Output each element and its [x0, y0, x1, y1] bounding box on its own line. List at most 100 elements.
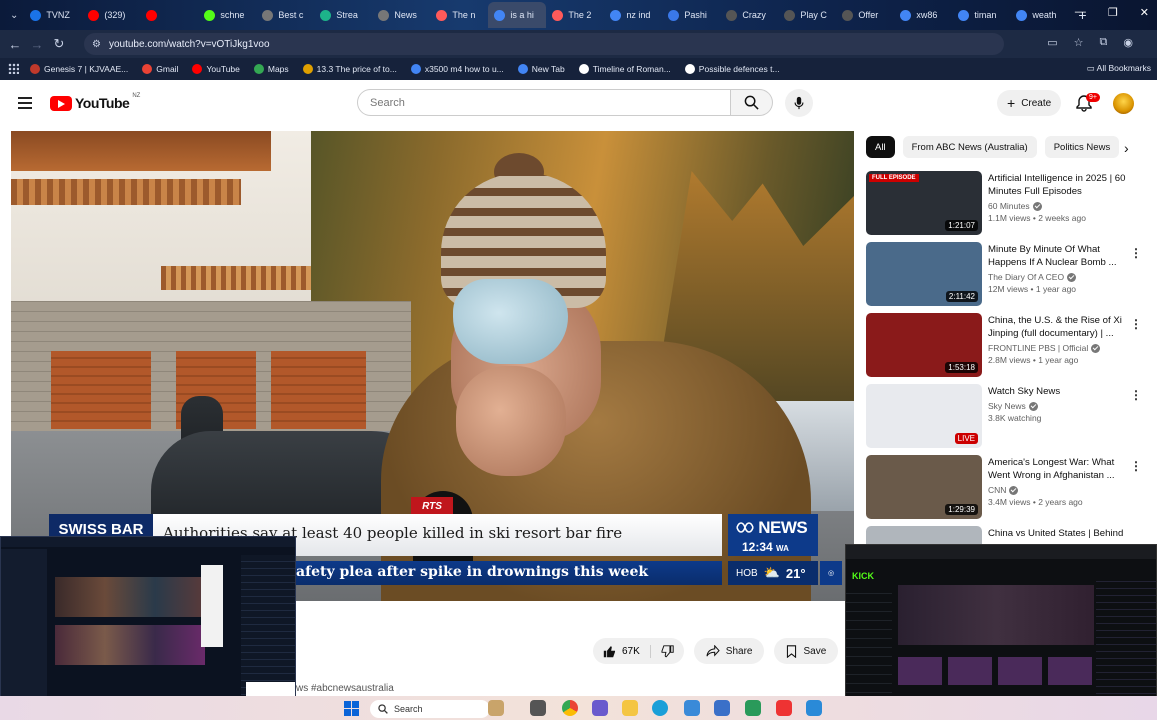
all-bookmarks-link[interactable]: ▭ All Bookmarks — [1087, 63, 1151, 74]
taskbar-app-icon[interactable] — [592, 700, 608, 716]
dislike-button[interactable] — [649, 644, 684, 658]
install-app-icon[interactable]: ▭ — [1047, 36, 1057, 49]
menu-icon[interactable] — [18, 97, 32, 109]
bookmark-item[interactable]: YouTube — [192, 64, 240, 74]
bookmark-item[interactable]: Possible defences t... — [684, 64, 780, 74]
more-vertical-icon[interactable]: ⋮ — [1130, 246, 1142, 260]
voice-search-button[interactable] — [785, 89, 813, 117]
browser-tab[interactable]: nz ind — [604, 2, 662, 28]
reload-icon[interactable]: ↻ — [48, 36, 70, 52]
taskbar-chrome-icon[interactable] — [562, 700, 578, 716]
recommendation-channel[interactable]: FRONTLINE PBS | Official — [988, 343, 1130, 353]
video-thumbnail[interactable]: 1:29:39 — [866, 455, 982, 519]
taskbar-edge-icon[interactable] — [652, 700, 668, 716]
video-thumbnail[interactable]: 2:11:42 — [866, 242, 982, 306]
browser-tab[interactable]: The 2 — [546, 2, 604, 28]
browser-tab[interactable]: (329) — [82, 2, 140, 28]
video-thumbnail[interactable]: FULL EPISODE 1:21:07 — [866, 171, 982, 235]
create-button[interactable]: + Create — [997, 90, 1062, 116]
recommendation-item[interactable]: FULL EPISODE 1:21:07 Artificial Intelligen… — [866, 171, 1156, 242]
bookmark-item[interactable]: x3500 m4 how to u... — [410, 64, 504, 74]
forward-icon[interactable]: → — [26, 37, 48, 52]
bookmark-star-icon[interactable]: ☆ — [1074, 36, 1084, 49]
recommendation-channel[interactable]: Sky News — [988, 401, 1130, 411]
browser-tab[interactable] — [140, 2, 198, 28]
filter-chip[interactable]: From ABC News (Australia) — [902, 136, 1037, 158]
recommendation-title[interactable]: Artificial Intelligence in 2025 | 60 Min… — [988, 172, 1130, 198]
share-button[interactable]: Share — [693, 638, 765, 664]
taskbar-app-icon[interactable] — [745, 700, 761, 716]
extensions-icon[interactable]: ⧉ — [1100, 36, 1108, 49]
taskbar-youtube-icon[interactable] — [776, 700, 792, 716]
save-button[interactable]: Save — [774, 638, 839, 664]
recommendation-title[interactable]: America's Longest War: What Went Wrong i… — [988, 456, 1130, 482]
taskbar-app-icon[interactable] — [684, 700, 700, 716]
search-button[interactable] — [731, 89, 773, 116]
bookmark-item[interactable]: Genesis 7 | KJVAAE... — [30, 64, 128, 74]
back-icon[interactable]: ← — [4, 37, 26, 52]
site-info-icon[interactable]: ⚙ — [92, 39, 101, 50]
minimize-icon[interactable]: — — [1075, 6, 1086, 19]
video-thumbnail[interactable]: LIVE — [866, 384, 982, 448]
weather-location: HOB — [736, 567, 758, 579]
more-vertical-icon[interactable]: ⋮ — [1130, 459, 1142, 473]
profile-icon[interactable]: ◉ — [1123, 36, 1133, 49]
windows-start-icon[interactable] — [344, 701, 359, 716]
bookmark-item[interactable]: Gmail — [142, 64, 178, 74]
overlay-kick-window[interactable]: KICK — [845, 544, 1157, 714]
taskbar-widget-icon[interactable] — [488, 700, 504, 716]
browser-tab[interactable]: is a hi — [488, 2, 547, 28]
browser-tab[interactable]: xw86 — [894, 2, 952, 28]
recommendation-item[interactable]: 1:29:39 America's Longest War: What Went … — [866, 455, 1156, 526]
video-thumbnail[interactable]: 1:53:18 — [866, 313, 982, 377]
like-button[interactable]: 67K — [593, 645, 650, 658]
recommendation-item[interactable]: LIVE Watch Sky News Sky News 3.8K watching ⋮ — [866, 384, 1156, 455]
youtube-logo[interactable]: YouTube NZ — [50, 93, 140, 111]
bookmark-item[interactable]: Maps — [253, 64, 289, 74]
recommendation-title[interactable]: Minute By Minute Of What Happens If A Nu… — [988, 243, 1130, 269]
taskbar-search[interactable]: Search — [370, 700, 490, 718]
bookmark-item[interactable]: 13.3 The price of to... — [302, 64, 397, 74]
recommendation-item[interactable]: 2:11:42 Minute By Minute Of What Happens … — [866, 242, 1156, 313]
apps-grid-icon[interactable] — [8, 63, 19, 74]
recommendation-channel[interactable]: The Diary Of A CEO — [988, 272, 1130, 282]
more-vertical-icon[interactable]: ⋮ — [1130, 388, 1142, 402]
browser-tab[interactable]: timan — [952, 2, 1010, 28]
recommendation-channel[interactable]: 60 Minutes — [988, 201, 1130, 211]
recommendation-title[interactable]: Watch Sky News — [988, 385, 1130, 398]
browser-tab[interactable]: Strea — [314, 2, 372, 28]
bookmark-item[interactable]: New Tab — [517, 64, 565, 74]
bookmark-item[interactable]: Timeline of Roman... — [578, 64, 671, 74]
bookmark-favicon-icon — [517, 64, 528, 74]
browser-tab[interactable]: News — [372, 2, 430, 28]
recommendation-title[interactable]: China, the U.S. & the Rise of Xi Jinping… — [988, 314, 1130, 340]
recommendation-item[interactable]: 1:53:18 China, the U.S. & the Rise of Xi … — [866, 313, 1156, 384]
browser-tab[interactable]: Crazy — [720, 2, 778, 28]
address-bar[interactable]: ⚙ youtube.com/watch?v=vOTiJkg1voo — [84, 33, 1004, 55]
filter-chip[interactable]: All — [866, 136, 895, 158]
avatar[interactable] — [1113, 93, 1134, 114]
taskbar-folder-icon[interactable] — [622, 700, 638, 716]
more-vertical-icon[interactable]: ⋮ — [1130, 317, 1142, 331]
chevron-right-icon[interactable]: › — [1124, 140, 1129, 156]
close-window-icon[interactable]: ✕ — [1140, 6, 1149, 19]
browser-tab[interactable]: TVNZ — [24, 2, 82, 28]
browser-tab[interactable]: Pashi — [662, 2, 720, 28]
tab-search-icon[interactable]: ⌄ — [4, 10, 24, 21]
filter-chip[interactable]: Politics News — [1044, 136, 1120, 158]
search-input[interactable]: Search — [357, 89, 731, 116]
recommendation-title[interactable]: China vs United States | Behind — [988, 527, 1130, 540]
browser-tab[interactable]: schne — [198, 2, 256, 28]
browser-tab[interactable]: The n — [430, 2, 488, 28]
browser-tab[interactable]: Best c — [256, 2, 314, 28]
video-hashtags[interactable]: ws #abcnewsaustralia — [296, 683, 394, 694]
browser-tab[interactable]: Play C — [778, 2, 836, 28]
browser-tab[interactable]: Offer — [836, 2, 894, 28]
taskbar-file-icon[interactable] — [530, 700, 546, 716]
maximize-icon[interactable]: ❐ — [1108, 6, 1118, 19]
taskbar-app-icon[interactable] — [806, 700, 822, 716]
browser-tab[interactable]: weath — [1010, 2, 1068, 28]
taskbar-app-icon[interactable] — [714, 700, 730, 716]
recommendation-channel[interactable]: CNN — [988, 485, 1130, 495]
overlay-casino-window[interactable] — [0, 536, 296, 712]
